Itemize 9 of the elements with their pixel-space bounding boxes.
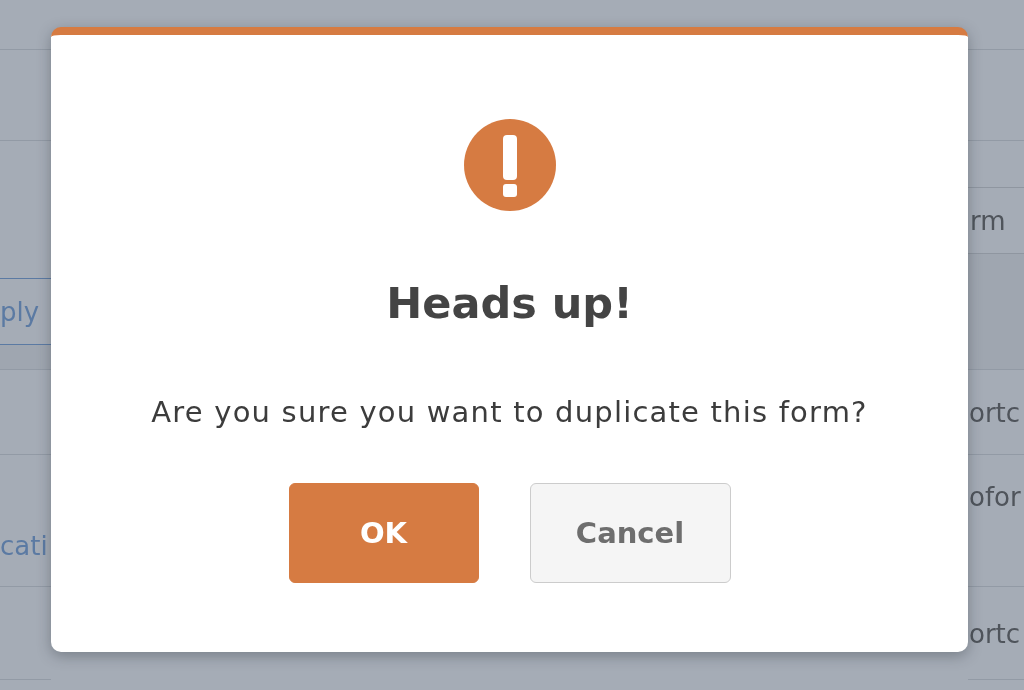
table-cell-text: ortc xyxy=(968,397,1022,429)
ok-button[interactable]: OK xyxy=(288,483,479,583)
table-cell-text[interactable]: cati xyxy=(0,530,51,562)
table-cell-text: ortc xyxy=(968,618,1022,650)
dialog-message: Are you sure you want to duplicate this form? xyxy=(151,394,868,430)
dialog-title: Heads up! xyxy=(386,277,633,329)
warning-icon xyxy=(463,119,556,211)
table-cell-text: ofor xyxy=(968,481,1022,513)
cancel-button[interactable]: Cancel xyxy=(529,483,731,583)
